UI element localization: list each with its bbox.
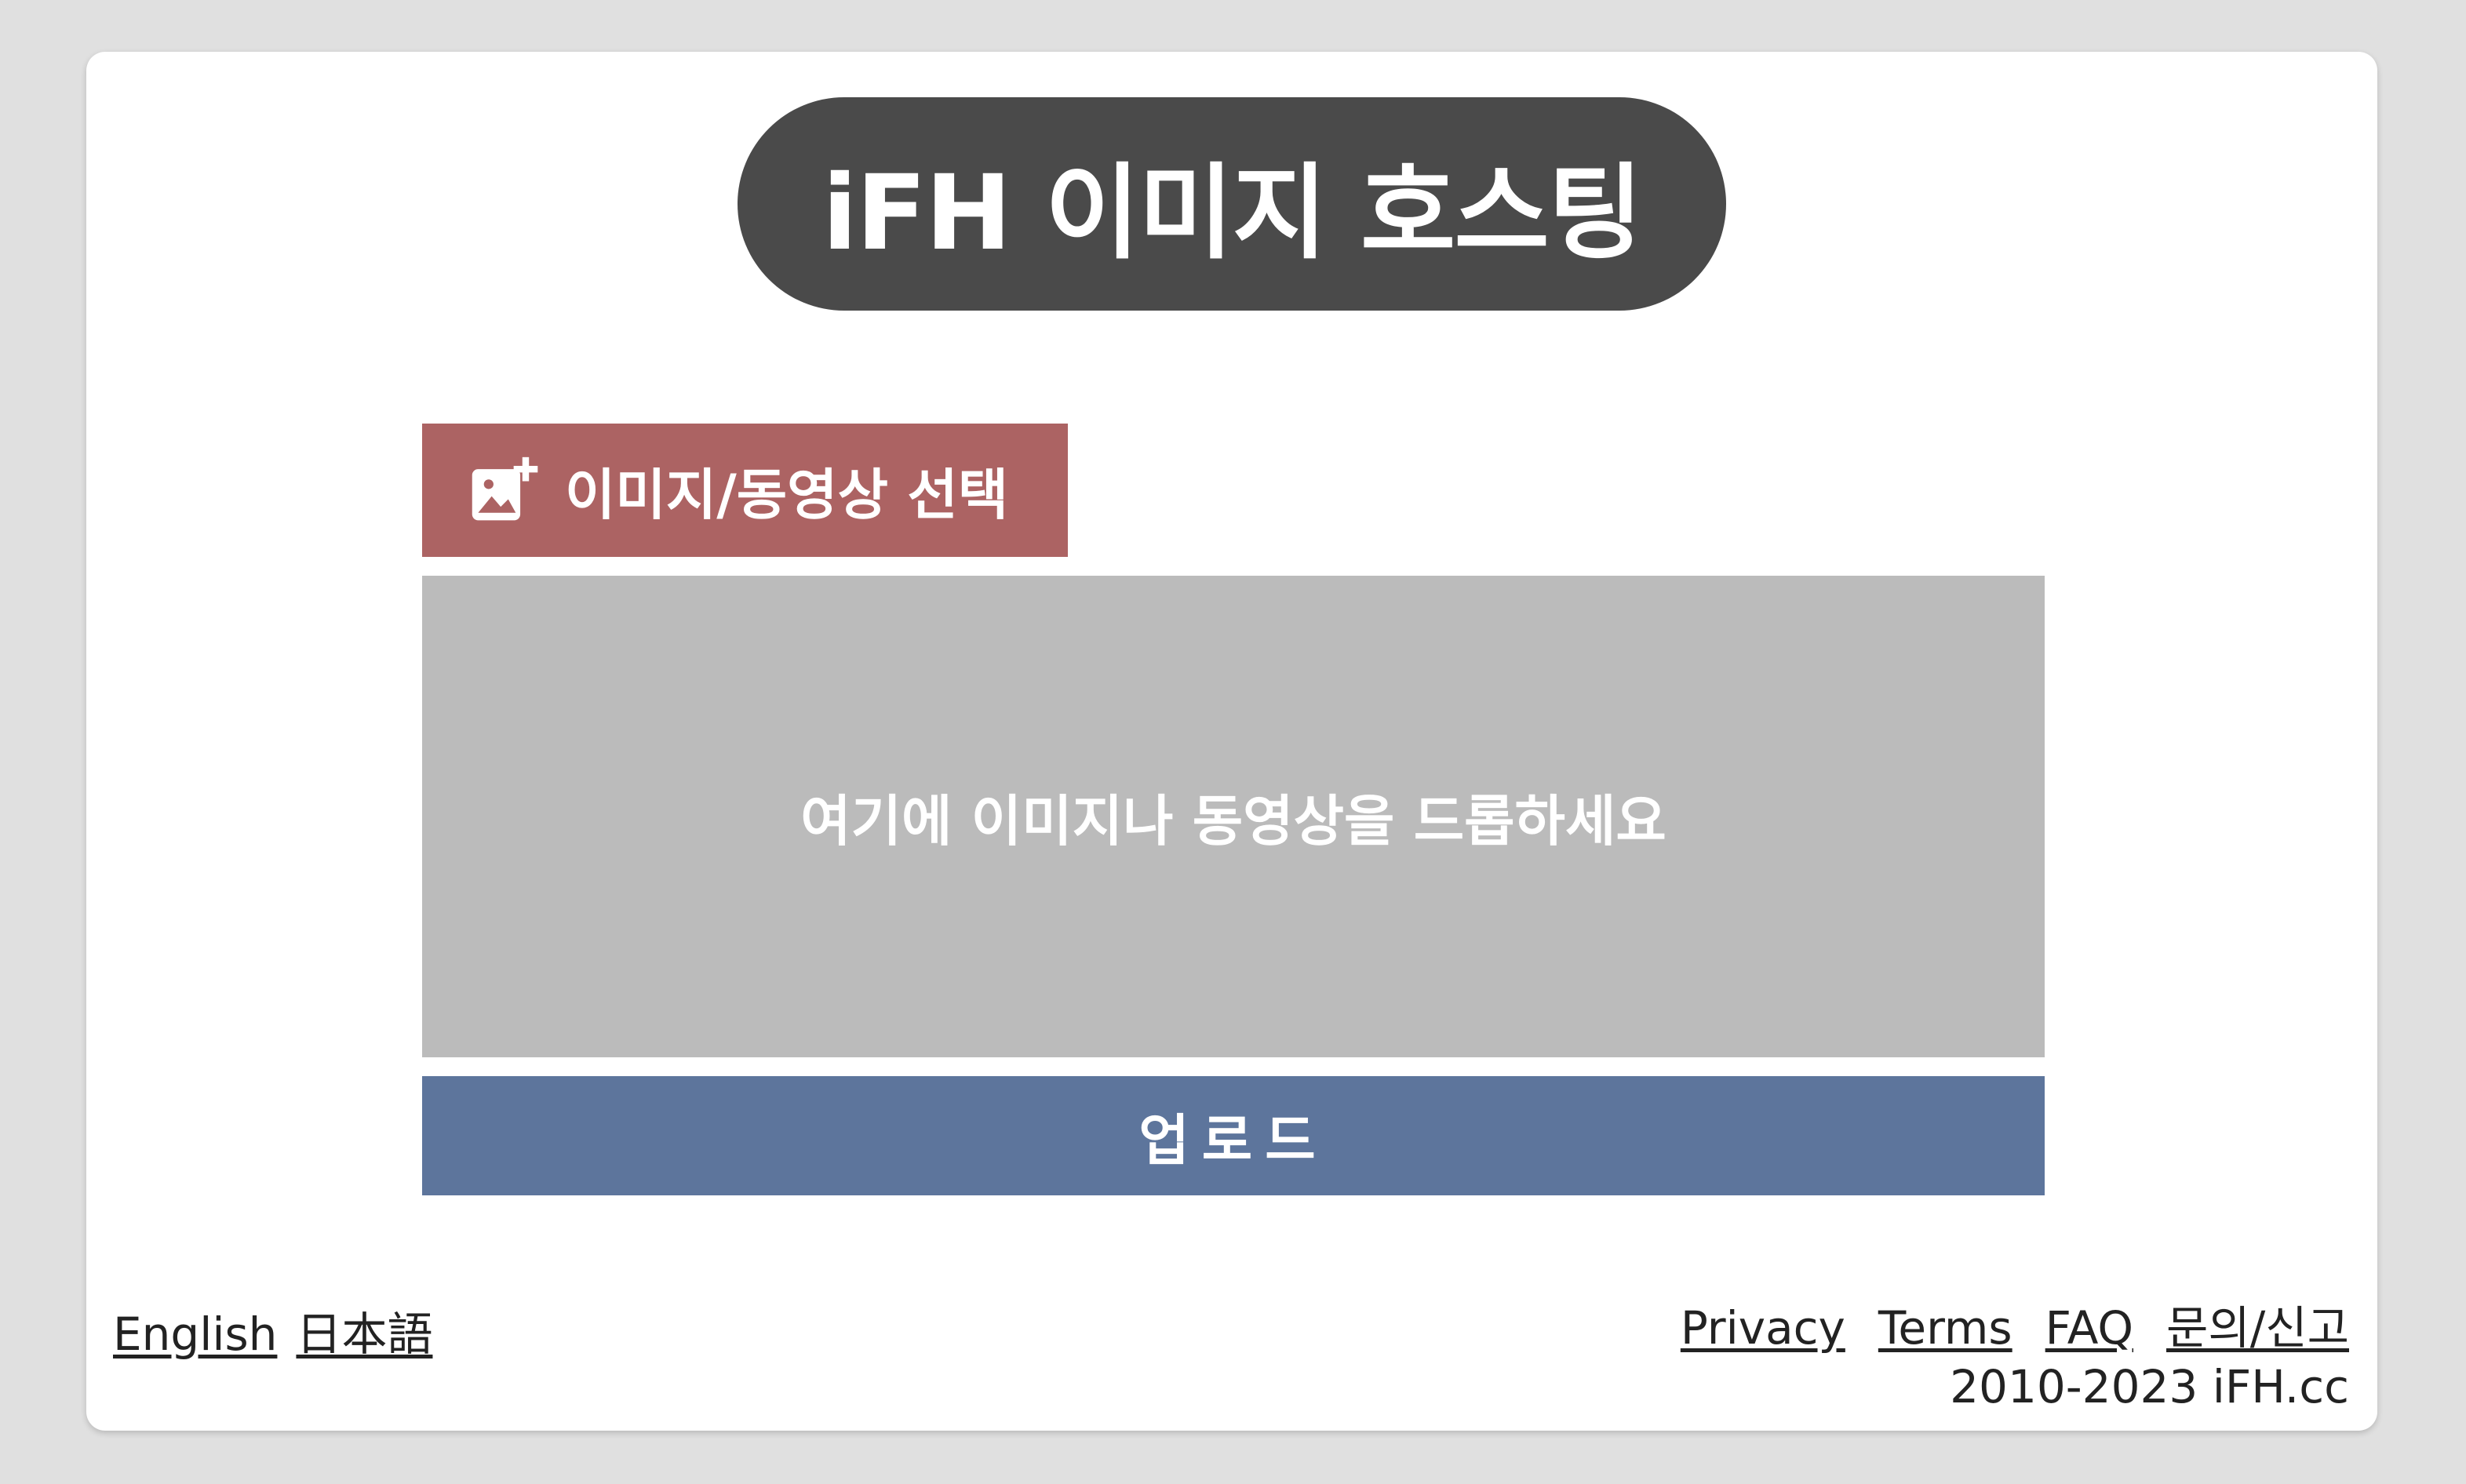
drop-zone-text: 여기에 이미지나 동영상을 드롭하세요 (800, 788, 1666, 853)
add-photo-icon (472, 456, 538, 521)
language-link-japanese[interactable]: 日本語 (296, 1308, 432, 1361)
footer-links: Privacy Terms FAQ 문의/신고 (1648, 1291, 2349, 1357)
contact-report-link[interactable]: 문의/신고 (2166, 1301, 2349, 1355)
faq-link[interactable]: FAQ (2045, 1301, 2133, 1355)
terms-link[interactable]: Terms (1878, 1301, 2013, 1355)
language-link-english[interactable]: English (113, 1308, 277, 1361)
site-logo[interactable]: iFH 이미지 호스팅 (738, 97, 1726, 311)
footer: Privacy Terms FAQ 문의/신고 2010-2023 iFH.cc (1648, 1291, 2349, 1413)
main-card: iFH 이미지 호스팅 이미지/동영상 선택 여기에 이미지나 동영상을 드롭하… (86, 52, 2377, 1431)
privacy-link[interactable]: Privacy (1681, 1301, 1845, 1355)
drop-zone[interactable]: 여기에 이미지나 동영상을 드롭하세요 (422, 576, 2045, 1057)
copyright-text: 2010-2023 iFH.cc (1950, 1360, 2349, 1413)
select-file-button[interactable]: 이미지/동영상 선택 (422, 424, 1068, 557)
select-file-label: 이미지/동영상 선택 (565, 462, 1009, 527)
upload-button-label: 업로드 (1138, 1108, 1328, 1173)
language-links: English 日本語 (113, 1297, 432, 1363)
site-logo-text: iFH 이미지 호스팅 (821, 152, 1643, 274)
upload-button[interactable]: 업로드 (422, 1076, 2045, 1195)
